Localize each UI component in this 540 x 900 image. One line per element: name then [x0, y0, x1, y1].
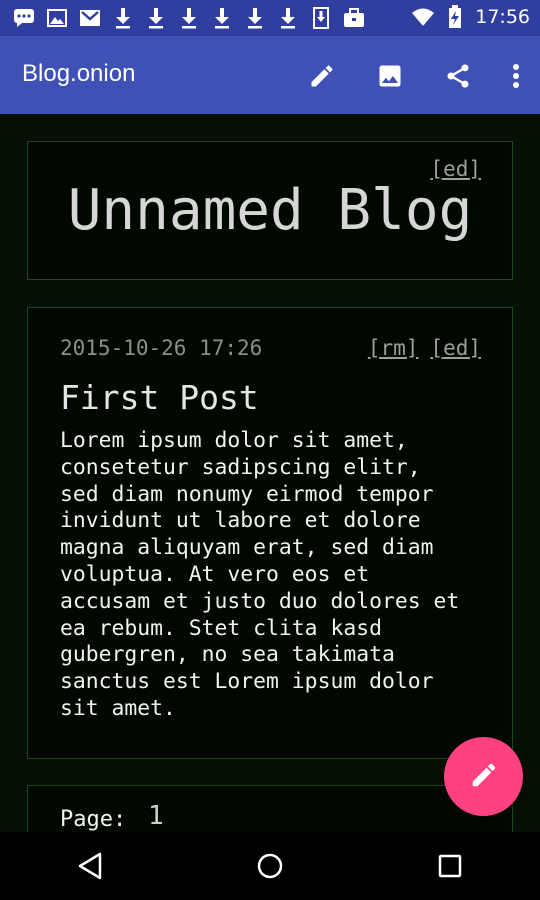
- chat-icon: [12, 6, 36, 30]
- more-vert-icon[interactable]: [506, 56, 526, 96]
- edit-icon: [469, 760, 499, 794]
- briefcase-icon: [342, 6, 366, 30]
- post-title: First Post: [60, 378, 259, 417]
- share-icon[interactable]: [438, 56, 478, 96]
- post-body-line: sit amet.: [60, 695, 176, 721]
- gmail-icon: [78, 6, 102, 30]
- post-body-line: gubergren, no sea takimata: [60, 642, 395, 668]
- post-body-line: magna aliquyam erat, sed diam: [60, 535, 434, 561]
- post-date: 2015-10-26 17:26: [60, 336, 263, 360]
- download-box-icon: [309, 6, 333, 30]
- app-title: Blog.onion: [22, 60, 136, 87]
- page-label: Page:: [60, 807, 127, 832]
- back-icon[interactable]: [60, 836, 120, 896]
- blog-content[interactable]: [ed] Unnamed Blog 2015-10-26 17:26 [rm] …: [0, 114, 540, 832]
- blog-title: Unnamed Blog: [67, 178, 473, 243]
- system-status: 17:56: [411, 5, 530, 29]
- post-body-line: Lorem ipsum dolor sit amet,: [60, 428, 408, 453]
- download-icon: [144, 6, 168, 30]
- post-body-line: ea rebum. Stet clita kasd: [60, 615, 382, 641]
- post-body-line: sed diam nonumy eirmod tempor: [60, 481, 434, 507]
- app-bar-actions: [302, 56, 526, 96]
- wifi-icon: [411, 5, 435, 29]
- battery-charging-icon: [443, 5, 467, 29]
- notification-icons: [12, 6, 366, 30]
- download-icon: [243, 6, 267, 30]
- image-icon[interactable]: [370, 56, 410, 96]
- home-icon[interactable]: [240, 836, 300, 896]
- post-body-line: invidunt ut labore et dolore: [60, 508, 421, 534]
- download-icon: [177, 6, 201, 30]
- post-body-line: voluptua. At vero eos et: [60, 561, 370, 587]
- clock: 17:56: [475, 6, 530, 28]
- system-nav-bar: [0, 832, 540, 900]
- post-actions: [rm] [ed]: [368, 336, 481, 360]
- post-body-line: sanctus est Lorem ipsum dolor: [60, 669, 434, 695]
- download-icon: [210, 6, 234, 30]
- image-icon: [45, 6, 69, 30]
- pager-card: Page: 1: [27, 785, 513, 832]
- post-body: Lorem ipsum dolor sit amet, consetetur sa…: [60, 428, 500, 723]
- edit-icon[interactable]: [302, 56, 342, 96]
- app-bar: Blog.onion: [0, 36, 540, 114]
- download-icon: [276, 6, 300, 30]
- post-card: 2015-10-26 17:26 [rm] [ed] First Post Lo…: [27, 307, 513, 759]
- status-bar: 17:56: [0, 0, 540, 36]
- download-icon: [111, 6, 135, 30]
- new-post-fab[interactable]: [444, 737, 523, 816]
- blog-header-card: [ed] Unnamed Blog: [27, 141, 513, 280]
- post-body-line: accusam et justo duo dolores et: [60, 588, 460, 614]
- post-body-line: consetetur sadipscing elitr,: [60, 454, 421, 480]
- remove-post-link[interactable]: [rm]: [368, 336, 419, 360]
- recents-icon[interactable]: [420, 836, 480, 896]
- edit-post-link[interactable]: [ed]: [430, 336, 481, 360]
- page-number[interactable]: 1: [148, 801, 164, 831]
